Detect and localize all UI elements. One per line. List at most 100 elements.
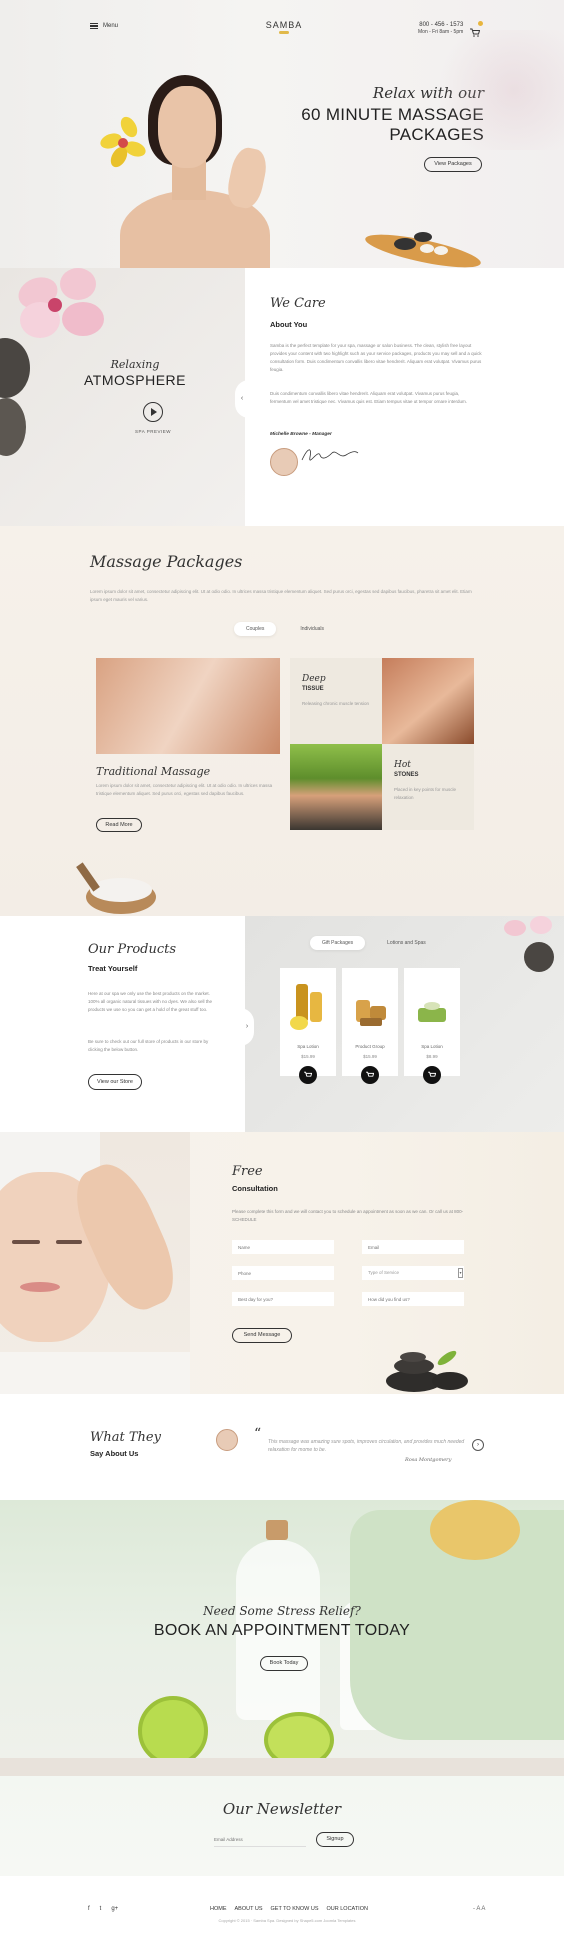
logo-mark-icon [279,31,289,34]
logo[interactable]: SAMBA [262,20,306,34]
traditional-massage-title: Traditional Massage [96,765,211,778]
atmosphere-script: Relaxing [110,358,160,371]
hero-title-line1: 60 MINUTE MASSAGE [301,105,484,124]
add-to-cart-button[interactable] [299,1066,317,1084]
products-paragraph-1: Here at our spa we only use the best pro… [88,991,212,1012]
email-input[interactable] [362,1240,464,1254]
lotion-bottles-image [288,978,328,1034]
play-video-button[interactable] [143,402,163,422]
hot-stones-script: Hot [394,760,411,770]
google-plus-icon[interactable]: g+ [111,1906,118,1912]
cart-button[interactable] [470,21,483,37]
send-message-button[interactable]: Send Message [232,1328,292,1343]
product-card[interactable]: Product Group $15.99 [342,968,398,1076]
book-title: BOOK AN APPOINTMENT TODAY [153,1622,411,1639]
hot-stones-description: Placed in key points for muscle relaxati… [394,787,457,800]
hero-section: Menu SAMBA 800 - 456 - 1573 Mon - Fri 8a… [0,0,564,268]
deep-tissue-script: Deep [302,674,326,684]
newsletter-section: Our Newsletter Signup [0,1776,564,1876]
products-tabs: Gift Packages Lotions and Spas [310,936,438,950]
phone-input[interactable] [232,1266,334,1280]
products-section: › Our Products Treat Yourself Here at ou… [0,916,564,1132]
facebook-icon[interactable]: f [88,1906,90,1912]
manager-avatar [270,448,298,476]
orchid-corner-image [504,916,564,976]
about-prev-arrow[interactable]: ‹ [235,380,249,418]
about-title: About You [270,320,308,329]
hot-stones-tray-image [363,227,484,268]
hamburger-icon [90,23,98,29]
product-card[interactable]: Spa Lotion $8.99 [404,968,460,1076]
facial-treatment-image [0,1132,190,1394]
testimonial-quote: This massage was amazing sure spots, imp… [268,1439,465,1453]
testimonial-next-button[interactable]: › [472,1439,484,1451]
cart-icon [428,1071,436,1077]
footer-link-location[interactable]: OUR LOCATION [327,1906,368,1912]
font-size-controls[interactable]: - A A [473,1906,485,1912]
testimonial-section: What They Say About Us “ This massage wa… [0,1394,564,1500]
newsletter-email-input[interactable] [214,1832,306,1847]
copyright-text: Copyright © 2015 · Samba Spa. Designed b… [218,1918,356,1923]
packages-description: Lorem ipsum dolor sit amet, consectetur … [90,589,472,602]
header-phone: 800 - 456 - 1573 [419,22,464,28]
best-day-input[interactable] [232,1292,334,1306]
signup-button[interactable]: Signup [316,1832,354,1847]
book-today-button[interactable]: Book Today [260,1656,308,1671]
view-store-button[interactable]: View our Store [88,1074,142,1090]
traditional-massage-description: Lorem ipsum dolor sit amet, consectetur … [96,783,273,796]
product-price: $8.99 [426,1054,438,1059]
signature-image [301,449,359,461]
deep-tissue-description: Releasing chronic muscle tension [302,701,370,706]
cart-icon [304,1071,312,1077]
product-name: Spa Lotion [421,1044,443,1049]
spa-preview-label: SPA PREVIEW [135,429,171,434]
footer-link-home[interactable]: HOME [210,1906,227,1912]
testimonial-title: Say About Us [90,1449,139,1458]
product-card[interactable]: Spa Lotion $15.99 [280,968,336,1076]
footer-link-know-us[interactable]: GET TO KNOW US [271,1906,319,1912]
reviewer-avatar [216,1429,238,1451]
about-paragraph-2: Duis condimentum convallis libero vitae … [270,391,468,404]
tab-couples[interactable]: Couples [234,622,277,636]
tab-individuals[interactable]: Individuals [288,622,336,636]
twitter-icon[interactable]: t [100,1906,102,1912]
consultation-section: Free Consultation Please complete this f… [0,1132,564,1394]
name-input[interactable] [232,1240,334,1254]
book-subtitle: Need Some Stress Relief? [203,1604,361,1618]
couples-massage-image [96,658,280,754]
spa-lotion-image [412,978,452,1034]
deep-tissue-card[interactable]: Deep TISSUE Releasing chronic muscle ten… [290,658,382,744]
about-section: Relaxing ATMOSPHERE SPA PREVIEW ‹ We Car… [0,268,564,526]
hero-title-line2: PACKAGES [389,125,484,144]
cart-icon [366,1071,374,1077]
product-name: Product Group [355,1044,385,1049]
footer-link-about[interactable]: ABOUT US [235,1906,263,1912]
view-packages-button[interactable]: View Packages [424,157,482,172]
product-price: $15.99 [363,1054,377,1059]
logo-text: SAMBA [265,20,303,30]
how-found-input[interactable] [362,1292,464,1306]
tab-lotions-spas[interactable]: Lotions and Spas [375,936,438,950]
cart-badge [478,21,483,26]
menu-button[interactable]: Menu [90,23,118,29]
testimonial-script: What They [90,1430,161,1445]
add-to-cart-button[interactable] [361,1066,379,1084]
add-to-cart-button[interactable] [423,1066,441,1084]
deep-tissue-title: TISSUE [302,686,324,692]
tab-gift-packages[interactable]: Gift Packages [310,936,366,950]
hero-subtitle: Relax with our [372,84,484,102]
salt-bowl-image [76,862,158,916]
page: Menu SAMBA 800 - 456 - 1573 Mon - Fri 8a… [0,0,564,1956]
products-script: Our Products [88,942,177,957]
service-select[interactable]: Type of Service ▾ [362,1266,464,1280]
packages-title: Massage Packages [90,552,243,571]
hot-stones-card[interactable]: Hot STONES Placed in key points for musc… [382,744,474,830]
packages-tabs: Couples Individuals [234,622,336,636]
header-hours: Mon - Fri 8am - 5pm [418,29,464,35]
products-paragraph-2: Be sure to check out our full store of p… [88,1039,209,1052]
newsletter-title: Our Newsletter [222,1800,342,1818]
atmosphere-title: ATMOSPHERE [84,372,186,388]
hot-stone-massage-image [290,744,382,830]
footer-nav: HOME ABOUT US GET TO KNOW US OUR LOCATIO… [210,1906,368,1912]
read-more-button[interactable]: Read More [96,818,142,832]
